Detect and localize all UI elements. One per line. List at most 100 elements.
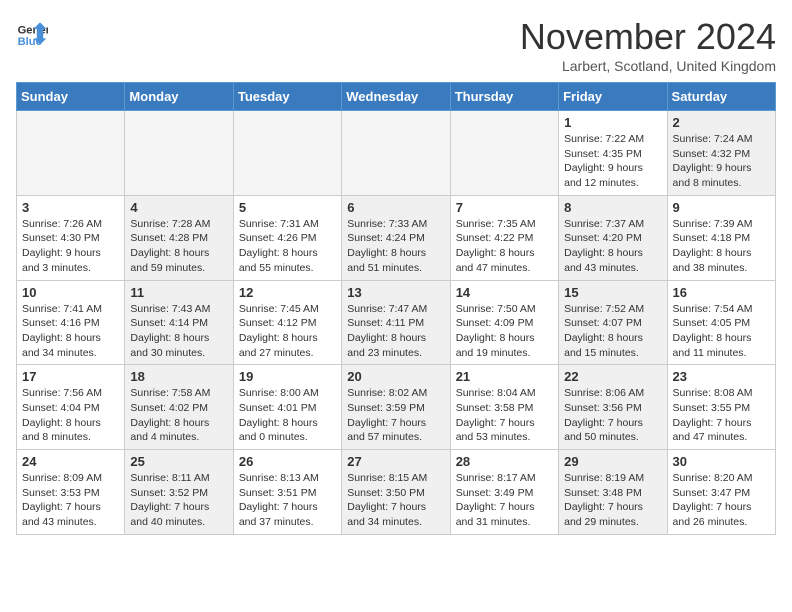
day-number: 20 [347,369,444,384]
day-info: Sunrise: 7:24 AM Sunset: 4:32 PM Dayligh… [673,132,770,191]
week-row-1: 1 Sunrise: 7:22 AM Sunset: 4:35 PM Daylig… [17,111,776,196]
day-cell: 7 Sunrise: 7:35 AM Sunset: 4:22 PM Daylig… [450,195,558,280]
day-cell: 8 Sunrise: 7:37 AM Sunset: 4:20 PM Daylig… [559,195,667,280]
day-info: Sunrise: 7:22 AM Sunset: 4:35 PM Dayligh… [564,132,661,191]
day-number: 21 [456,369,553,384]
day-info: Sunrise: 7:35 AM Sunset: 4:22 PM Dayligh… [456,217,553,276]
day-number: 30 [673,454,770,469]
column-header-monday: Monday [125,83,233,111]
day-cell: 19Sunrise: 8:00 AM Sunset: 4:01 PM Dayli… [233,365,341,450]
day-info: Sunrise: 8:00 AM Sunset: 4:01 PM Dayligh… [239,386,336,445]
day-info: Sunrise: 8:02 AM Sunset: 3:59 PM Dayligh… [347,386,444,445]
day-number: 27 [347,454,444,469]
day-number: 7 [456,200,553,215]
day-info: Sunrise: 7:50 AM Sunset: 4:09 PM Dayligh… [456,302,553,361]
day-number: 16 [673,285,770,300]
day-cell: 17 Sunrise: 7:56 AM Sunset: 4:04 PM Dayli… [17,365,125,450]
day-info: Sunrise: 8:19 AM Sunset: 3:48 PM Dayligh… [564,471,661,530]
week-row-3: 10Sunrise: 7:41 AM Sunset: 4:16 PM Dayli… [17,280,776,365]
logo: General Blue [16,16,48,48]
logo-icon: General Blue [16,16,48,48]
day-cell: 11 Sunrise: 7:43 AM Sunset: 4:14 PM Dayli… [125,280,233,365]
column-header-thursday: Thursday [450,83,558,111]
day-cell [342,111,450,196]
day-number: 12 [239,285,336,300]
header-row: SundayMondayTuesdayWednesdayThursdayFrid… [17,83,776,111]
day-cell [450,111,558,196]
day-number: 28 [456,454,553,469]
day-cell [233,111,341,196]
day-number: 8 [564,200,661,215]
day-number: 13 [347,285,444,300]
column-header-saturday: Saturday [667,83,775,111]
day-number: 1 [564,115,661,130]
day-cell: 15 Sunrise: 7:52 AM Sunset: 4:07 PM Dayli… [559,280,667,365]
day-cell: 29 Sunrise: 8:19 AM Sunset: 3:48 PM Dayli… [559,450,667,535]
day-cell: 3 Sunrise: 7:26 AM Sunset: 4:30 PM Daylig… [17,195,125,280]
day-info: Sunrise: 7:56 AM Sunset: 4:04 PM Dayligh… [22,386,119,445]
day-cell: 21 Sunrise: 8:04 AM Sunset: 3:58 PM Dayli… [450,365,558,450]
day-cell: 5Sunrise: 7:31 AM Sunset: 4:26 PM Daylig… [233,195,341,280]
day-cell: 13 Sunrise: 7:47 AM Sunset: 4:11 PM Dayli… [342,280,450,365]
day-info: Sunrise: 7:54 AM Sunset: 4:05 PM Dayligh… [673,302,770,361]
day-cell: 27Sunrise: 8:15 AM Sunset: 3:50 PM Dayli… [342,450,450,535]
day-cell: 9 Sunrise: 7:39 AM Sunset: 4:18 PM Daylig… [667,195,775,280]
day-number: 23 [673,369,770,384]
day-info: Sunrise: 7:47 AM Sunset: 4:11 PM Dayligh… [347,302,444,361]
day-cell: 18 Sunrise: 7:58 AM Sunset: 4:02 PM Dayli… [125,365,233,450]
day-number: 29 [564,454,661,469]
day-number: 15 [564,285,661,300]
calendar-table: SundayMondayTuesdayWednesdayThursdayFrid… [16,82,776,535]
day-info: Sunrise: 7:37 AM Sunset: 4:20 PM Dayligh… [564,217,661,276]
day-number: 6 [347,200,444,215]
day-number: 26 [239,454,336,469]
day-info: Sunrise: 8:11 AM Sunset: 3:52 PM Dayligh… [130,471,227,530]
day-info: Sunrise: 7:26 AM Sunset: 4:30 PM Dayligh… [22,217,119,276]
day-number: 24 [22,454,119,469]
day-number: 2 [673,115,770,130]
day-cell: 14Sunrise: 7:50 AM Sunset: 4:09 PM Dayli… [450,280,558,365]
day-cell: 1 Sunrise: 7:22 AM Sunset: 4:35 PM Daylig… [559,111,667,196]
day-info: Sunrise: 7:58 AM Sunset: 4:02 PM Dayligh… [130,386,227,445]
day-info: Sunrise: 8:06 AM Sunset: 3:56 PM Dayligh… [564,386,661,445]
day-cell: 24 Sunrise: 8:09 AM Sunset: 3:53 PM Dayli… [17,450,125,535]
week-row-5: 24 Sunrise: 8:09 AM Sunset: 3:53 PM Dayli… [17,450,776,535]
day-info: Sunrise: 8:09 AM Sunset: 3:53 PM Dayligh… [22,471,119,530]
day-cell: 20 Sunrise: 8:02 AM Sunset: 3:59 PM Dayli… [342,365,450,450]
day-cell [125,111,233,196]
day-info: Sunrise: 7:39 AM Sunset: 4:18 PM Dayligh… [673,217,770,276]
day-cell: 28 Sunrise: 8:17 AM Sunset: 3:49 PM Dayli… [450,450,558,535]
column-header-tuesday: Tuesday [233,83,341,111]
day-cell: 2 Sunrise: 7:24 AM Sunset: 4:32 PM Daylig… [667,111,775,196]
location: Larbert, Scotland, United Kingdom [520,58,776,74]
day-number: 10 [22,285,119,300]
day-info: Sunrise: 7:28 AM Sunset: 4:28 PM Dayligh… [130,217,227,276]
day-cell: 25 Sunrise: 8:11 AM Sunset: 3:52 PM Dayli… [125,450,233,535]
column-header-wednesday: Wednesday [342,83,450,111]
day-info: Sunrise: 7:43 AM Sunset: 4:14 PM Dayligh… [130,302,227,361]
day-info: Sunrise: 7:52 AM Sunset: 4:07 PM Dayligh… [564,302,661,361]
week-row-4: 17 Sunrise: 7:56 AM Sunset: 4:04 PM Dayli… [17,365,776,450]
day-cell: 4 Sunrise: 7:28 AM Sunset: 4:28 PM Daylig… [125,195,233,280]
week-row-2: 3 Sunrise: 7:26 AM Sunset: 4:30 PM Daylig… [17,195,776,280]
day-number: 25 [130,454,227,469]
day-info: Sunrise: 7:31 AM Sunset: 4:26 PM Dayligh… [239,217,336,276]
column-header-friday: Friday [559,83,667,111]
day-number: 17 [22,369,119,384]
column-header-sunday: Sunday [17,83,125,111]
day-number: 11 [130,285,227,300]
title-block: November 2024 Larbert, Scotland, United … [520,16,776,74]
day-info: Sunrise: 8:17 AM Sunset: 3:49 PM Dayligh… [456,471,553,530]
day-cell [17,111,125,196]
day-info: Sunrise: 8:04 AM Sunset: 3:58 PM Dayligh… [456,386,553,445]
day-info: Sunrise: 8:13 AM Sunset: 3:51 PM Dayligh… [239,471,336,530]
day-cell: 22Sunrise: 8:06 AM Sunset: 3:56 PM Dayli… [559,365,667,450]
month-title: November 2024 [520,16,776,58]
day-number: 9 [673,200,770,215]
day-info: Sunrise: 8:08 AM Sunset: 3:55 PM Dayligh… [673,386,770,445]
day-number: 4 [130,200,227,215]
day-number: 18 [130,369,227,384]
day-cell: 26 Sunrise: 8:13 AM Sunset: 3:51 PM Dayli… [233,450,341,535]
day-number: 3 [22,200,119,215]
day-cell: 12Sunrise: 7:45 AM Sunset: 4:12 PM Dayli… [233,280,341,365]
